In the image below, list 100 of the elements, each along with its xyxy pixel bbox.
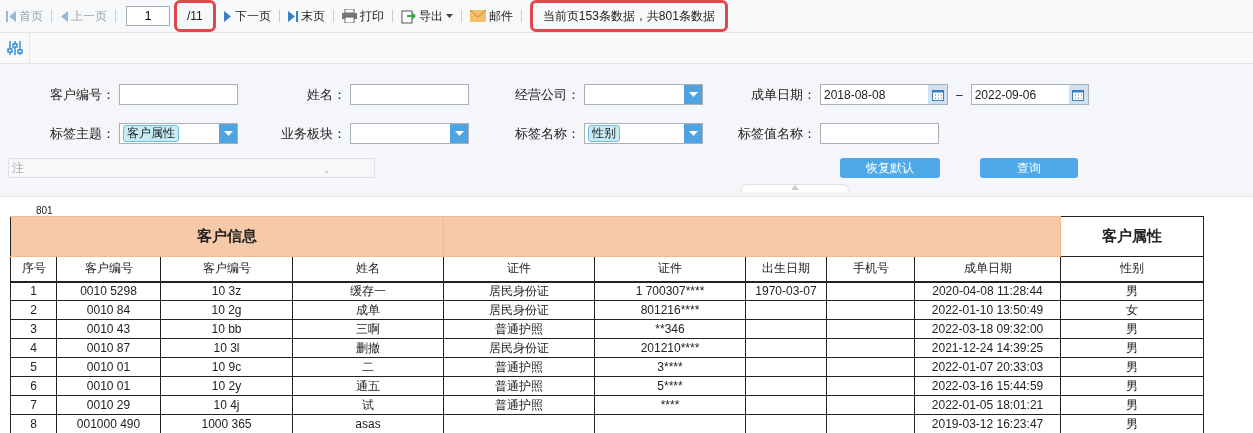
export-button[interactable]: 导出 [396, 7, 457, 25]
table-cell: 2022-01-10 13:50:49 [914, 300, 1061, 320]
print-button[interactable]: 打印 [337, 7, 388, 25]
table-cell: 8 [10, 414, 57, 433]
table-cell: 10 2g [160, 300, 293, 320]
table-cell: 2020-04-08 11:28:44 [914, 281, 1061, 301]
table-cell: 5 [10, 357, 57, 377]
page-number-field[interactable]: 1 [126, 6, 170, 26]
table-cell: 删撤 [292, 338, 444, 358]
dropdown-button[interactable] [450, 124, 468, 143]
selected-tag: 客户属性 [123, 125, 179, 142]
column-header: 证件 [594, 256, 746, 282]
dropdown-button[interactable] [684, 124, 702, 143]
table-cell: 二 [292, 357, 444, 377]
text-field[interactable] [119, 84, 238, 105]
export-icon [400, 8, 416, 24]
field-label: 经营公司： [514, 85, 581, 104]
table-cell: 女 [1060, 300, 1204, 320]
last-button[interactable]: 末页 [283, 7, 329, 25]
note-field: 注 。 [8, 158, 375, 178]
table-cell: 201210**** [594, 338, 746, 358]
group-header: 客户信息 [10, 216, 444, 257]
table-cell: 5**** [594, 376, 746, 396]
table-cell: 男 [1060, 357, 1204, 377]
date-field[interactable]: 2022-09-06 [970, 84, 1089, 105]
table-cell: 10 3z [160, 281, 293, 301]
calendar-icon [1072, 88, 1085, 101]
field-label: 客户编号： [49, 85, 116, 104]
table-cell: 2022-03-16 15:44:59 [914, 376, 1061, 396]
calendar-icon [931, 88, 944, 101]
column-header: 成单日期 [914, 256, 1061, 282]
table-cell: 普通护照 [443, 319, 595, 339]
calendar-button[interactable] [928, 85, 947, 104]
field-label: 成单日期： [750, 85, 817, 104]
first-page-icon [6, 10, 16, 22]
column-header: 客户编号 [160, 256, 293, 282]
table-cell: 2 [10, 300, 57, 320]
table-cell: 2022-03-18 09:32:00 [914, 319, 1061, 339]
table-cell: 2022-01-05 18:01:21 [914, 395, 1061, 415]
caret-icon [445, 14, 453, 18]
table-cell: 2021-12-24 14:39:25 [914, 338, 1061, 358]
table-cell: 2022-01-07 20:33:03 [914, 357, 1061, 377]
caret-icon [688, 131, 698, 136]
field-label: 业务板块： [280, 124, 347, 143]
select-field[interactable]: 性别 [584, 123, 703, 144]
column-header: 序号 [10, 256, 57, 282]
table-cell: 男 [1060, 281, 1204, 301]
table-cell: 缓存一 [292, 281, 444, 301]
table-cell: 男 [1060, 395, 1204, 415]
dropdown-button[interactable] [684, 85, 702, 104]
table-cell: 0010 01 [56, 357, 161, 377]
table-cell: 成单 [292, 300, 444, 320]
caret-icon [454, 131, 464, 136]
table-cell: 普通护照 [443, 395, 595, 415]
column-header: 证件 [443, 256, 595, 282]
date-field[interactable]: 2018-08-08 [820, 84, 948, 105]
table-cell: 1 700307**** [594, 281, 746, 301]
table-cell: 试 [292, 395, 444, 415]
table-cell: 7 [10, 395, 57, 415]
field-label: 标签主题： [49, 124, 116, 143]
table-cell: 0010 87 [56, 338, 161, 358]
table-cell: 居民身份证 [443, 281, 595, 301]
mail-button[interactable]: 邮件 [465, 7, 517, 25]
table-cell: 10 2y [160, 376, 293, 396]
table-cell: 4 [10, 338, 57, 358]
table-cell: 男 [1060, 319, 1204, 339]
field-label: 标签值名称： [737, 124, 817, 143]
column-header: 出生日期 [745, 256, 827, 282]
collapse-handle[interactable] [740, 184, 850, 192]
table-cell: 居民身份证 [443, 338, 595, 358]
selected-tag: 性别 [588, 125, 620, 142]
table-cell: 男 [1060, 338, 1204, 358]
table-cell: 0010 29 [56, 395, 161, 415]
page-total: /11 [187, 9, 203, 23]
next-icon [223, 10, 232, 22]
calendar-button[interactable] [1068, 85, 1088, 104]
table-cell: 男 [1060, 376, 1204, 396]
table-cell: 3 [10, 319, 57, 339]
table-cell: 6 [10, 376, 57, 396]
select-field[interactable] [584, 84, 703, 105]
text-field[interactable] [820, 123, 939, 144]
table-cell: 10 4j [160, 395, 293, 415]
record-count: 801 [35, 204, 54, 216]
next-button[interactable]: 下一页 [219, 7, 275, 25]
table-cell: 1970-03-07 [745, 281, 827, 301]
text-field[interactable] [350, 84, 469, 105]
table-cell: 三啊 [292, 319, 444, 339]
column-header: 姓名 [292, 256, 444, 282]
select-field[interactable] [350, 123, 469, 144]
select-field[interactable]: 客户属性 [119, 123, 238, 144]
printer-icon [341, 9, 357, 23]
table-cell: 居民身份证 [443, 300, 595, 320]
caret-icon [688, 92, 698, 97]
caret-icon [791, 185, 799, 190]
dropdown-button[interactable] [219, 124, 237, 143]
table-cell: 普通护照 [443, 376, 595, 396]
table-cell: 0010 5298 [56, 281, 161, 301]
table-cell: 1 [10, 281, 57, 301]
sliders-icon [6, 40, 23, 56]
column-header: 手机号 [826, 256, 915, 282]
